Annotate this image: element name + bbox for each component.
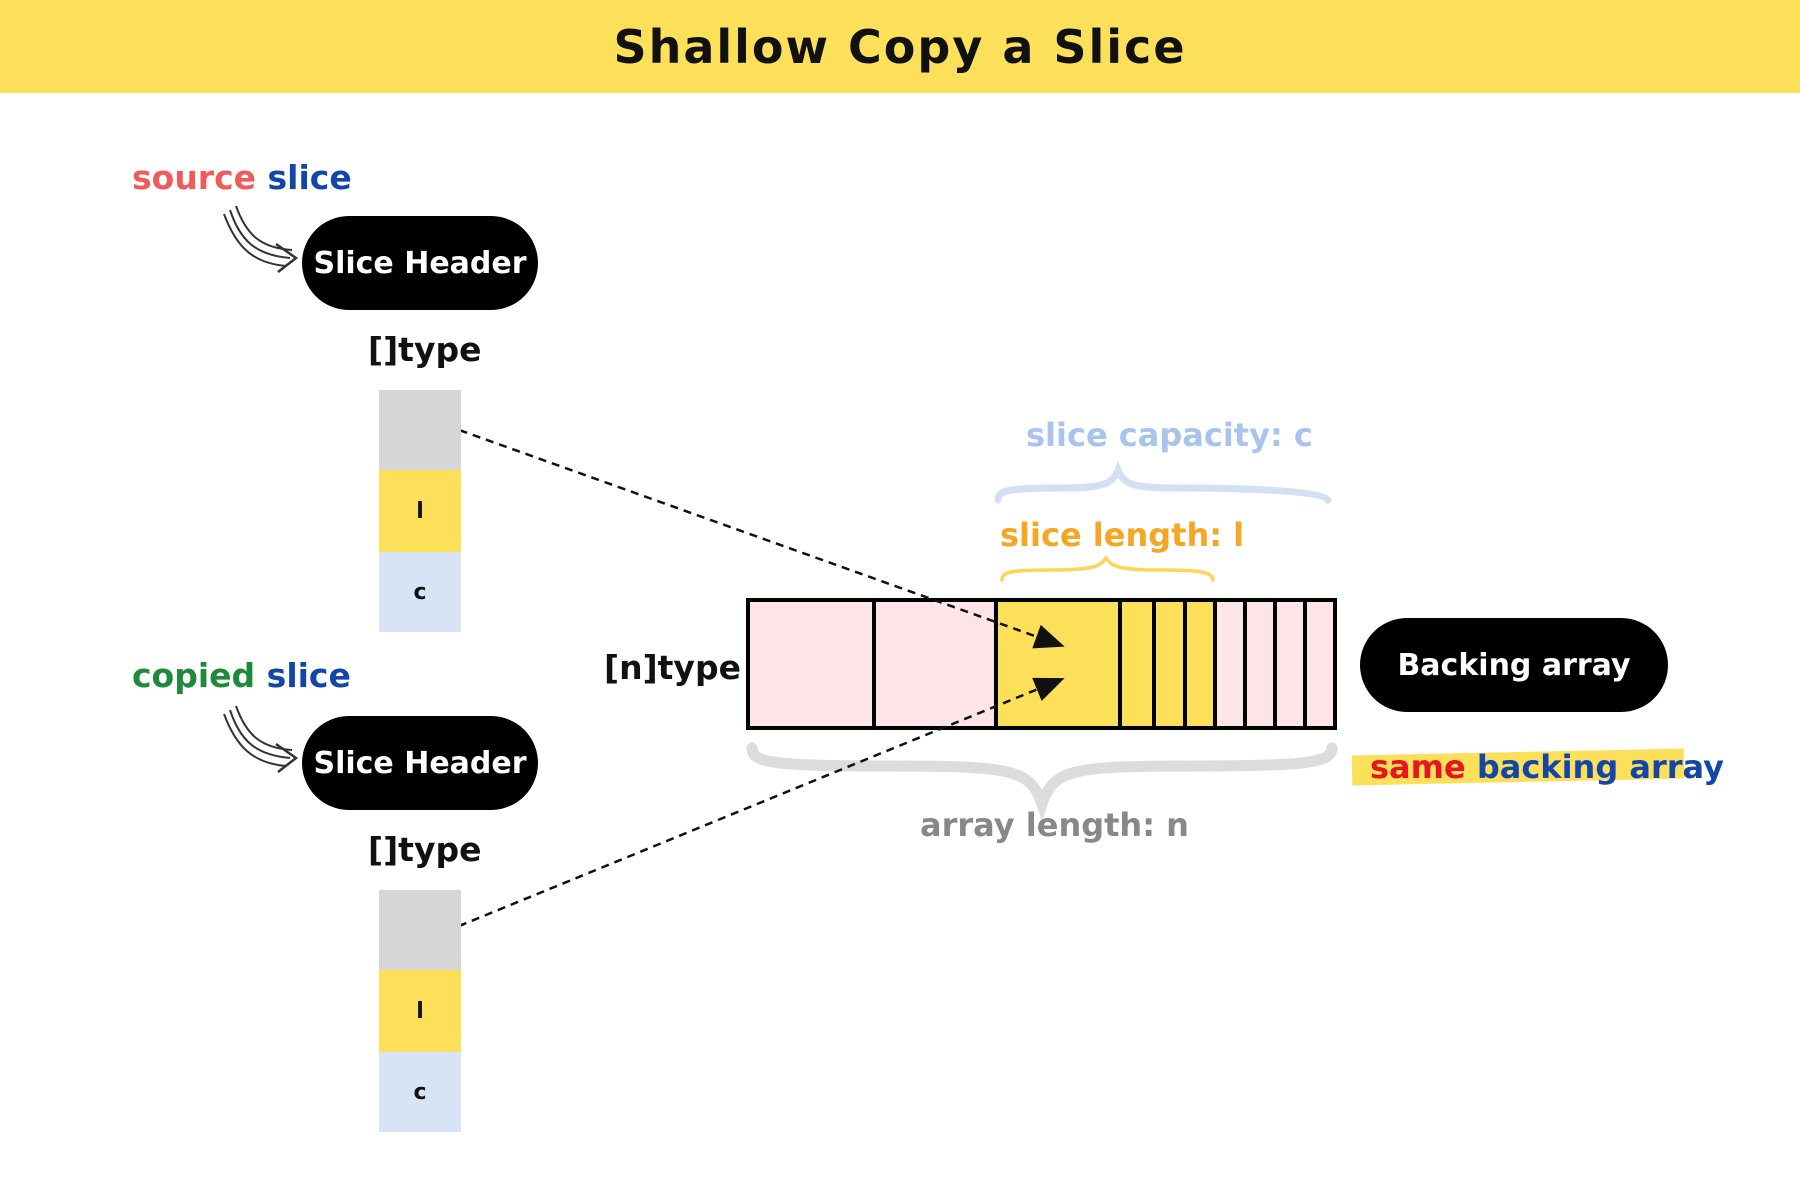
source-pointer-cell [379,390,461,470]
same-backing-array-note: same backing array [1370,748,1724,786]
array-cell [1243,598,1277,730]
array-length-label: array length: n [920,806,1189,844]
array-cell [1118,598,1156,730]
slice-word: slice [267,158,352,197]
backing-array-pill: Backing array [1360,618,1668,712]
array-type-label: [n]type [604,648,741,687]
array-cell [1213,598,1247,730]
source-slice-type: []type [368,330,482,369]
slice-word: slice [266,656,351,695]
copied-word: copied [132,656,256,695]
array-cell [1183,598,1217,730]
array-cell [872,598,998,730]
array-cell [746,598,876,730]
source-slice-label: source slice [132,158,352,197]
length-brace [1000,555,1215,582]
slice-header-label: Slice Header [313,745,527,781]
array-cell [1152,598,1187,730]
source-curl-arrow-icon [223,205,299,273]
capacity-brace [994,461,1332,504]
source-length-cell: l [379,470,461,552]
slice-header-label: Slice Header [313,245,527,281]
array-length-brace [746,742,1338,822]
array-cell [1273,598,1307,730]
array-cell [1303,598,1337,730]
copied-slice-header: Slice Header [302,716,538,810]
copied-capacity-cell: c [379,1052,461,1132]
source-pointer-arrow [419,414,1065,649]
copied-curl-arrow-icon [223,705,299,773]
copied-length-cell: l [379,970,461,1052]
backing-array [746,598,1337,730]
copied-slice-type: []type [368,830,482,869]
source-word: source [132,158,257,197]
same-word: same [1370,748,1466,786]
source-slice-header: Slice Header [302,216,538,310]
copied-pointer-cell [379,890,461,970]
source-capacity-cell: c [379,552,461,632]
length-label: slice length: l [1000,516,1245,554]
backing-array-words: backing array [1476,748,1724,786]
capacity-label: slice capacity: c [1026,416,1313,454]
backing-array-label: Backing array [1397,647,1631,683]
array-cell [994,598,1122,730]
copied-slice-label: copied slice [132,656,351,695]
